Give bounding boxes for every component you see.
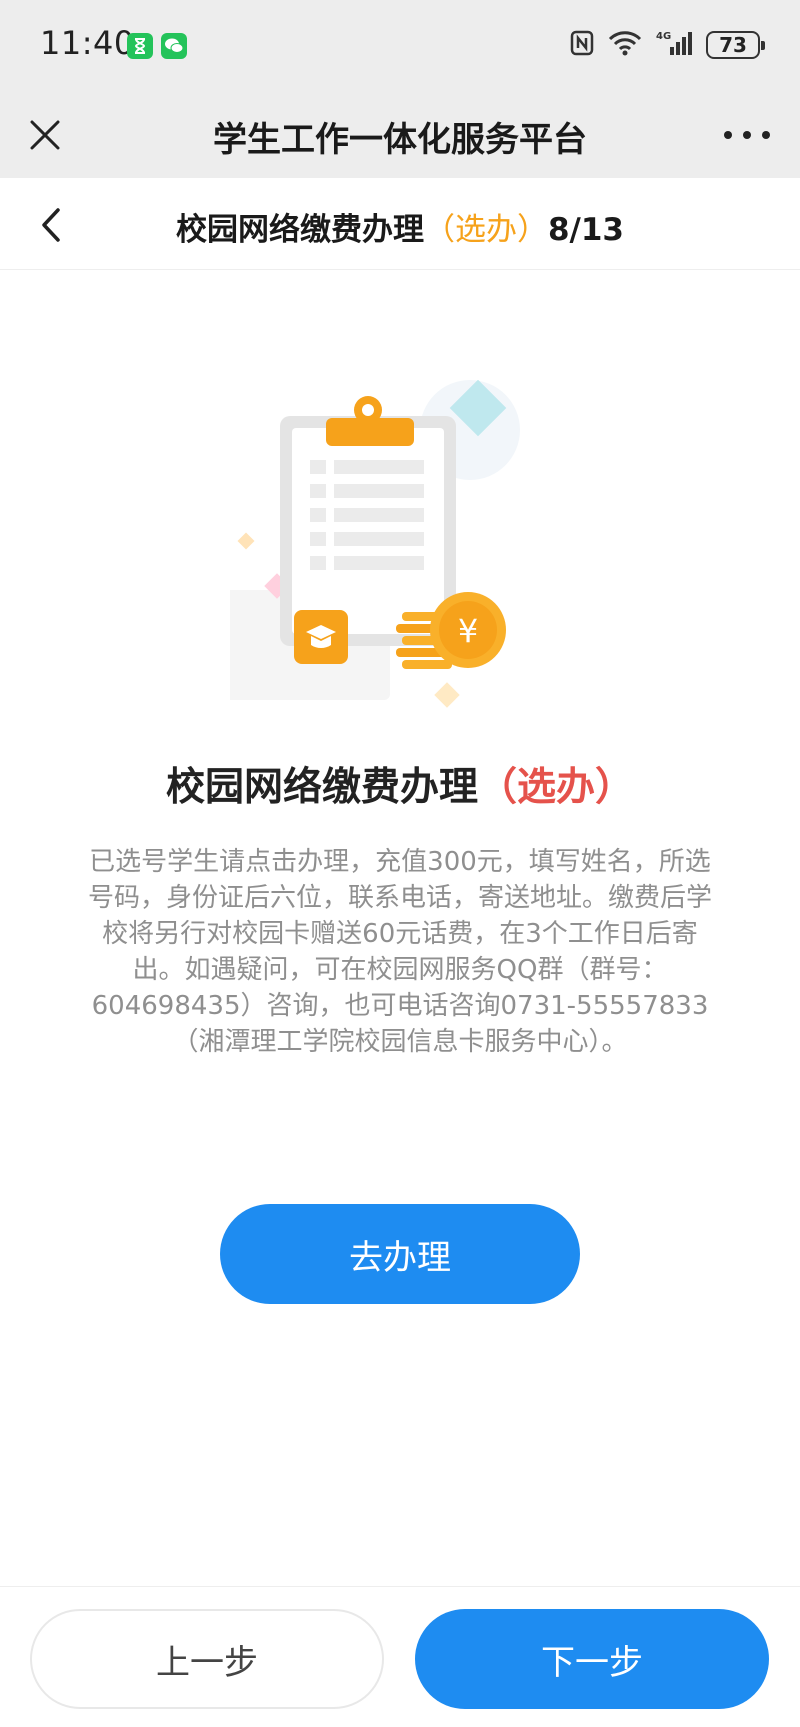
content-title-text: 校园网络缴费办理 bbox=[165, 765, 478, 810]
4g-signal-icon: 4G bbox=[656, 29, 692, 61]
app-title: 学生工作一体化服务平台 bbox=[213, 120, 587, 160]
wechat-icon bbox=[161, 33, 187, 59]
hourglass-icon bbox=[127, 33, 153, 59]
battery-level: 73 bbox=[719, 33, 747, 57]
nfc-icon bbox=[570, 30, 594, 60]
status-time: 11:40 bbox=[40, 24, 135, 62]
svg-text:¥: ¥ bbox=[458, 612, 478, 650]
content-title: 校园网络缴费办理（选办） bbox=[0, 756, 800, 812]
page-title-text: 校园网络缴费办理 bbox=[175, 212, 424, 248]
step-progress: 8/13 bbox=[547, 212, 625, 248]
title-bar: 学生工作一体化服务平台 bbox=[0, 92, 800, 178]
battery-icon: 73 bbox=[706, 31, 765, 59]
page-title-tag: （选办） bbox=[423, 212, 548, 248]
next-step-button[interactable]: 下一步 bbox=[415, 1609, 769, 1709]
content-description: 已选号学生请点击办理，充值300元，填写姓名，所选号码，身份证后六位，联系电话，… bbox=[87, 847, 712, 1057]
prev-step-button[interactable]: 上一步 bbox=[30, 1609, 384, 1709]
status-bar: 11:40 4G 73 bbox=[0, 0, 800, 92]
footer-nav: 上一步 下一步 bbox=[0, 1586, 800, 1727]
svg-text:4G: 4G bbox=[656, 31, 671, 42]
more-icon[interactable] bbox=[724, 120, 770, 150]
status-indicators: 4G 73 bbox=[570, 28, 765, 62]
content-title-tag: （选办） bbox=[478, 765, 635, 810]
page-header: 校园网络缴费办理（选办）8/13 bbox=[0, 178, 800, 270]
clipboard-payment-illustration: ¥ bbox=[220, 379, 570, 720]
wifi-icon bbox=[608, 30, 642, 60]
page-title: 校园网络缴费办理（选办）8/13 bbox=[0, 204, 800, 249]
go-handle-button[interactable]: 去办理 bbox=[220, 1204, 580, 1304]
